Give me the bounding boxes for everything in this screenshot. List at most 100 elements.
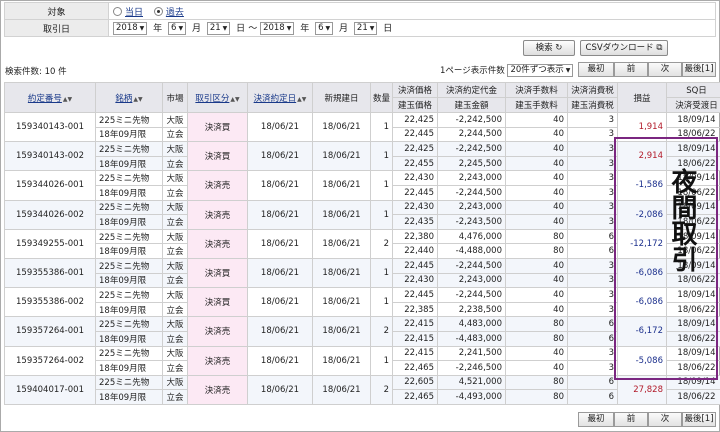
settle-amount: -2,242,500 (437, 141, 506, 157)
settle-date: 18/06/21 (247, 199, 313, 230)
opt-past-label[interactable]: 過去 (166, 8, 184, 18)
col-contract-no[interactable]: 約定番号▲▼ (4, 82, 96, 113)
open-date: 18/06/21 (312, 257, 371, 289)
contract-no: 159355386-001 (4, 257, 96, 289)
trade-type: 決済売 (187, 228, 248, 259)
col-open-tax: 建玉消費税 (567, 97, 618, 113)
first-page-button[interactable]: 最初 (578, 62, 614, 77)
open-price: 22,455 (392, 155, 438, 172)
market-exchange: 大阪 (162, 257, 188, 274)
from-year-value: 2018 (116, 23, 138, 33)
col-delivery: 決済受渡日 (666, 97, 720, 113)
radio-selected-icon[interactable] (153, 6, 163, 16)
first-page-button-bottom[interactable]: 最初 (578, 412, 614, 427)
quantity: 1 (370, 170, 393, 201)
last-page-button[interactable]: 最後[1] (682, 62, 716, 77)
contract-no: 159344026-001 (4, 170, 96, 201)
open-fee: 40 (505, 126, 568, 143)
year-unit: 年 (300, 24, 310, 34)
sort-settle-date[interactable]: 決済約定日 (254, 94, 297, 104)
open-tax: 6 (567, 389, 618, 405)
open-tax: 3 (567, 155, 618, 172)
radio-icon[interactable] (113, 6, 122, 16)
open-tax: 3 (567, 360, 618, 376)
market-exchange: 大阪 (162, 112, 188, 128)
settle-tax: 6 (567, 316, 618, 332)
market-exchange: 大阪 (162, 141, 188, 157)
next-page-button-bottom[interactable]: 次 (648, 412, 682, 427)
symbol-name: 225ミニ先物 (95, 374, 163, 391)
sort-contract-no[interactable]: 約定番号 (28, 94, 62, 104)
open-fee: 40 (505, 360, 568, 376)
to-day-select[interactable]: 21 ▼ (353, 22, 378, 35)
csv-download-button[interactable]: CSVダウンロード ⧉ (580, 40, 668, 56)
opt-today-label[interactable]: 当日 (125, 8, 143, 18)
next-page-button[interactable]: 次 (648, 62, 682, 77)
perpage-select[interactable]: 20件ずつ表示 ▼ (507, 64, 574, 77)
open-amount: -4,483,000 (437, 330, 506, 347)
settle-fee: 40 (505, 345, 568, 362)
open-amount: -2,246,500 (437, 360, 506, 376)
prev-page-button[interactable]: 前 (614, 62, 648, 77)
from-month-select[interactable]: 6 ▼ (168, 22, 187, 35)
open-fee: 40 (505, 214, 568, 230)
target-options: 当日 過去 (108, 2, 716, 20)
settle-tax: 3 (567, 112, 618, 128)
date-range: 2018 ▼ 年 6 ▼ 月 21 ▼ 日～ 2018 ▼ 年 6 ▼ 月 21 ▼ 日 (108, 19, 716, 37)
chevron-down-icon: ▼ (139, 25, 145, 32)
open-price: 22,445 (392, 126, 438, 143)
settle-fee: 40 (505, 141, 568, 157)
radio-past[interactable]: 過去 (153, 6, 184, 18)
symbol-contract: 18年09月限 (95, 301, 163, 318)
from-year-select[interactable]: 2018 ▼ (113, 22, 148, 35)
open-amount: 2,244,500 (437, 126, 506, 143)
table-row: 159340143-002 225ミニ先物 大阪 決済買 18/06/21 18/06/2… (4, 141, 720, 172)
sort-symbol[interactable]: 銘柄 (115, 94, 132, 104)
chevron-down-icon: ▼ (222, 25, 228, 32)
last-page-button-bottom[interactable]: 最後[1] (682, 412, 716, 427)
settle-tax: 6 (567, 374, 618, 391)
prev-page-button-bottom[interactable]: 前 (614, 412, 648, 427)
to-year-select[interactable]: 2018 ▼ (260, 22, 295, 35)
col-sq: SQ日 (666, 82, 720, 98)
search-button[interactable]: 検索 ↻ (523, 40, 575, 56)
open-price: 22,445 (392, 184, 438, 201)
radio-today[interactable]: 当日 (113, 6, 143, 18)
settle-price: 22,605 (392, 374, 438, 391)
from-day-select[interactable]: 21 ▼ (206, 22, 231, 35)
open-fee: 40 (505, 155, 568, 172)
table-row: 159344026-001 225ミニ先物 大阪 決済売 18/06/21 18/06/2… (4, 170, 720, 201)
col-open-fee: 建玉手数料 (505, 97, 568, 113)
chevron-down-icon: ▼ (369, 25, 375, 32)
open-fee: 80 (505, 330, 568, 347)
open-tax: 6 (567, 243, 618, 259)
quantity: 1 (370, 345, 393, 376)
chevron-down-icon: ▼ (565, 67, 571, 74)
symbol-contract: 18年09月限 (95, 214, 163, 230)
table-row: 159340143-001 225ミニ先物 大阪 決済買 18/06/21 18/06/2… (4, 111, 720, 143)
col-symbol[interactable]: 銘柄▲▼ (95, 82, 163, 113)
open-fee: 40 (505, 184, 568, 201)
settle-fee: 40 (505, 257, 568, 274)
quantity: 1 (370, 257, 393, 289)
symbol-contract: 18年09月限 (95, 360, 163, 376)
col-trade-type[interactable]: 取引区分▲▼ (187, 82, 248, 113)
settle-amount: 4,521,000 (437, 374, 506, 391)
annotation-text: 夜間取引 (667, 168, 697, 272)
market-session: 立会 (162, 184, 188, 201)
table-row: 159349255-001 225ミニ先物 大阪 決済売 18/06/21 18/06/2… (4, 228, 720, 259)
settle-tax: 3 (567, 257, 618, 274)
settle-fee: 40 (505, 112, 568, 128)
col-open-price: 建玉価格 (392, 97, 438, 113)
quantity: 1 (370, 287, 393, 318)
settle-price: 22,425 (392, 141, 438, 157)
open-amount: -4,488,000 (437, 243, 506, 259)
col-settle-date[interactable]: 決済約定日▲▼ (247, 82, 313, 113)
table-row: 159357264-001 225ミニ先物 大阪 決済売 18/06/21 18/06/2… (4, 316, 720, 347)
sort-trade-type[interactable]: 取引区分 (195, 94, 229, 104)
trade-type: 決済売 (187, 199, 248, 230)
market-exchange: 大阪 (162, 287, 188, 303)
trade-type: 決済買 (187, 257, 248, 289)
open-fee: 80 (505, 389, 568, 405)
to-month-select[interactable]: 6 ▼ (315, 22, 334, 35)
